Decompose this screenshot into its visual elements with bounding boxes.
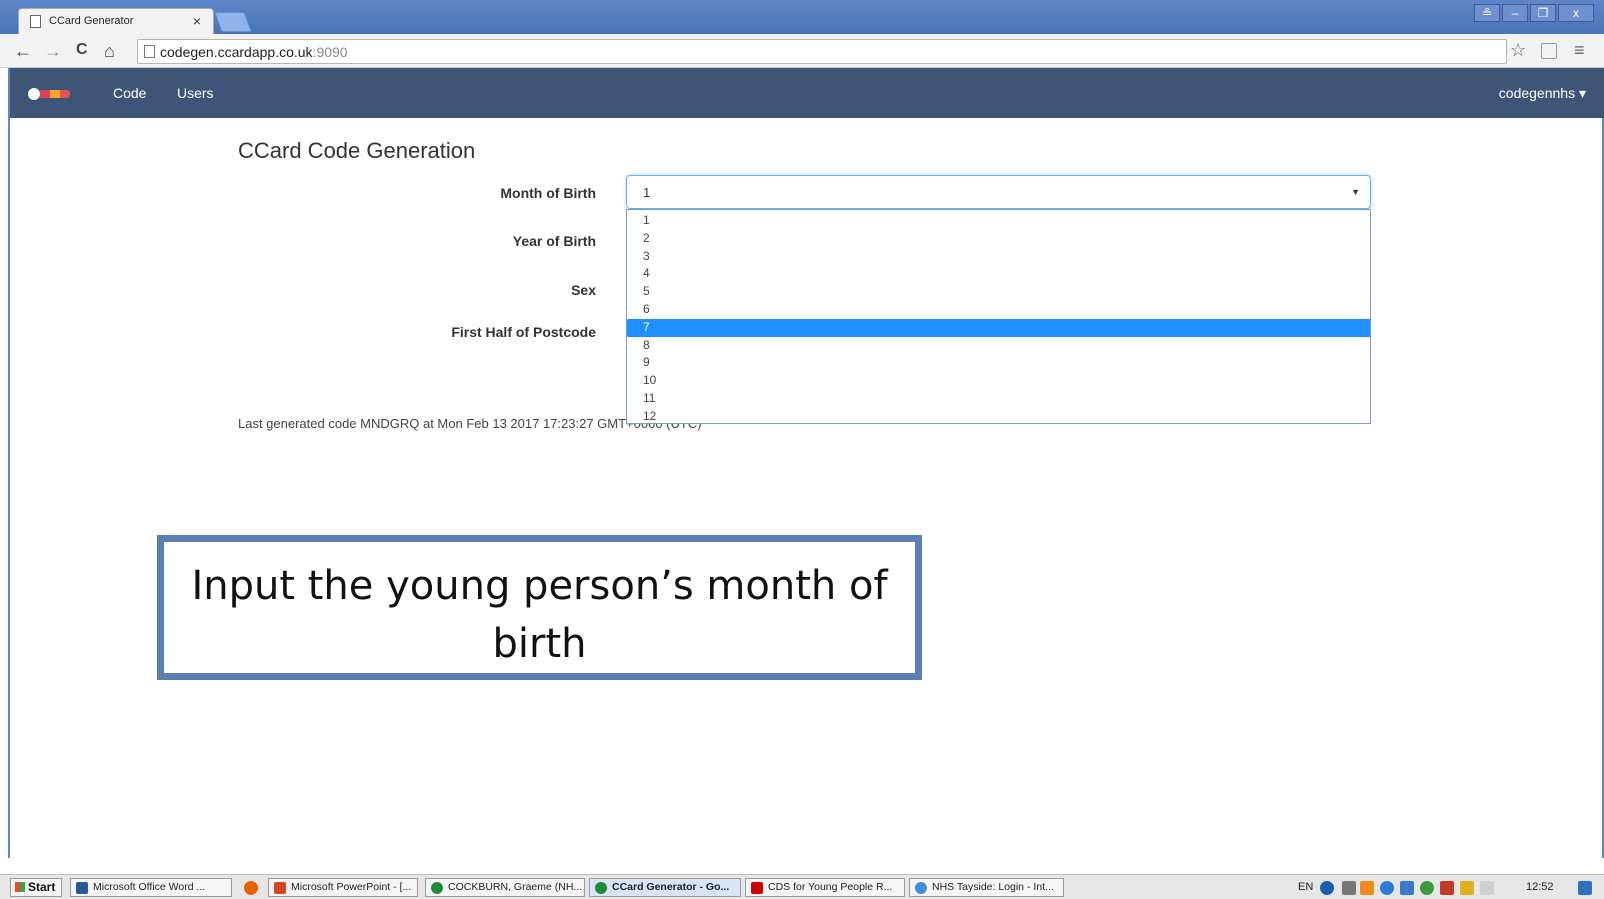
close-window-button[interactable]: x	[1558, 4, 1594, 22]
month-dropdown-list: 1 2 3 4 5 6 7 8 9 10 11 12	[626, 209, 1371, 424]
nav-link-users[interactable]: Users	[177, 85, 214, 101]
taskbar-item-nhs-tayside[interactable]: NHS Tayside: Login - Int...	[909, 878, 1064, 897]
taskbar-item-word[interactable]: Microsoft Office Word ...	[70, 878, 232, 897]
pdf-icon	[751, 882, 763, 894]
reload-icon[interactable]: C	[76, 41, 88, 59]
tray-window-icon[interactable]	[1400, 881, 1414, 895]
month-option[interactable]: 9	[627, 354, 1370, 372]
month-option[interactable]: 10	[627, 372, 1370, 390]
extension-icon[interactable]	[1541, 43, 1557, 59]
restore-button[interactable]: ❐	[1530, 4, 1556, 22]
taskbar-item-powerpoint[interactable]: Microsoft PowerPoint - [...	[268, 878, 418, 897]
firefox-icon[interactable]	[244, 881, 258, 895]
postcode-label: First Half of Postcode	[451, 324, 596, 340]
chevron-down-icon: ▼	[1351, 187, 1360, 197]
tray-sync-icon[interactable]	[1420, 881, 1434, 895]
tray-security-icon[interactable]	[1460, 881, 1474, 895]
nav-link-code[interactable]: Code	[113, 85, 146, 101]
back-icon[interactable]: ←	[14, 41, 32, 62]
page-icon	[144, 45, 155, 58]
language-indicator[interactable]: EN	[1298, 876, 1313, 899]
month-option[interactable]: 11	[627, 390, 1370, 408]
browser-tab[interactable]: CCard Generator ×	[18, 8, 214, 35]
forward-icon[interactable]: →	[44, 41, 62, 62]
month-selected-value: 1	[643, 185, 651, 200]
tray-globe-icon[interactable]	[1380, 881, 1394, 895]
month-option[interactable]: 6	[627, 301, 1370, 319]
month-option[interactable]: 12	[627, 408, 1370, 426]
internet-explorer-icon	[915, 882, 927, 894]
window-controls: ≗ – ❐ x	[1474, 4, 1594, 22]
month-select[interactable]: 1 ▼	[626, 175, 1371, 209]
windows-logo-icon	[15, 882, 25, 892]
user-profile-button[interactable]: ≗	[1474, 4, 1500, 22]
callout-line-1: Input the young person’s month of	[191, 563, 888, 609]
clock: 12:52	[1526, 881, 1554, 893]
taskbar-item-outlook[interactable]: COCKBURN, Graeme (NH...	[425, 878, 585, 897]
year-label: Year of Birth	[512, 233, 596, 249]
month-option-highlighted[interactable]: 7	[627, 318, 1370, 337]
month-option[interactable]: 1	[627, 212, 1370, 230]
month-option[interactable]: 4	[627, 265, 1370, 283]
user-menu-dropdown[interactable]: codegennhs ▾	[1499, 85, 1586, 102]
tab-close-button[interactable]: ×	[193, 13, 201, 29]
month-label: Month of Birth	[500, 185, 596, 201]
app-navbar: Code Users codegennhs ▾	[10, 68, 1604, 118]
tray-app-icon[interactable]	[1360, 881, 1374, 895]
powerpoint-icon	[274, 882, 286, 894]
chrome-icon	[595, 882, 607, 894]
month-option[interactable]: 3	[627, 248, 1370, 266]
home-icon[interactable]: ⌂	[104, 41, 115, 62]
instruction-callout: Input the young person’s month of birth	[157, 535, 922, 680]
tray-office-icon[interactable]	[1440, 881, 1454, 895]
word-icon	[76, 882, 88, 894]
taskbar-item-ccard-generator[interactable]: CCard Generator - Go...	[589, 878, 741, 897]
page-title: CCard Code Generation	[238, 138, 476, 163]
tab-title: CCard Generator	[49, 15, 134, 27]
help-icon[interactable]	[1320, 881, 1334, 895]
chrome-icon	[431, 882, 443, 894]
browser-window: CCard Generator × ≗ – ❐ x ← → C ⌂ codege…	[0, 0, 1604, 899]
window-border-left	[8, 68, 10, 858]
month-option[interactable]: 2	[627, 230, 1370, 248]
show-desktop-icon[interactable]	[1578, 881, 1592, 895]
month-option[interactable]: 8	[627, 337, 1370, 355]
start-button[interactable]: Start	[10, 878, 63, 897]
address-bar[interactable]: codegen.ccardapp.co.uk:9090	[137, 39, 1507, 64]
new-tab-button[interactable]	[214, 12, 252, 32]
menu-icon[interactable]: ≡	[1574, 40, 1585, 61]
minimize-button[interactable]: –	[1502, 4, 1528, 22]
url-text: codegen.ccardapp.co.uk:9090	[160, 44, 348, 60]
browser-toolbar: ← → C ⌂ codegen.ccardapp.co.uk:9090 ☆ ≡	[0, 34, 1604, 68]
bookmark-star-icon[interactable]: ☆	[1510, 40, 1526, 61]
month-option[interactable]: 5	[627, 283, 1370, 301]
volume-icon[interactable]	[1480, 881, 1494, 895]
title-bar: CCard Generator × ≗ – ❐ x	[0, 0, 1604, 35]
windows-taskbar: Start Microsoft Office Word ... Microsof…	[0, 874, 1604, 899]
network-icon[interactable]	[1342, 881, 1356, 895]
taskbar-item-cds-pdf[interactable]: CDS for Young People R...	[745, 878, 905, 897]
sex-label: Sex	[571, 282, 596, 298]
callout-line-2: birth	[492, 621, 587, 667]
ccard-logo[interactable]	[28, 88, 72, 100]
page-icon	[30, 15, 41, 28]
